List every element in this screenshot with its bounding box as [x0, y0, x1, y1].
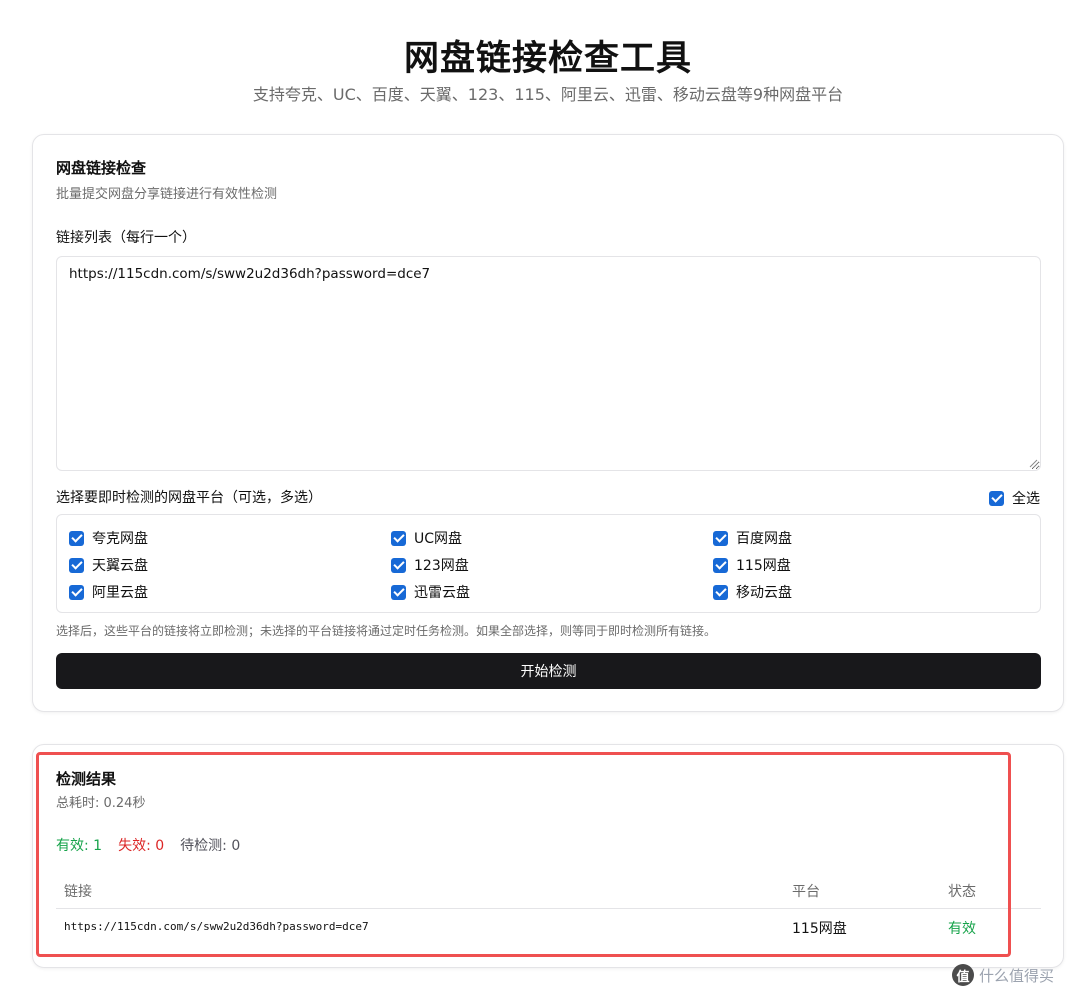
- column-header-platform: 平台: [792, 884, 820, 900]
- watermark-text: 什么值得买: [979, 966, 1055, 985]
- platform-label-baidu: 百度网盘: [736, 531, 792, 547]
- checkbox-checked-icon[interactable]: [69, 584, 84, 600]
- start-check-button[interactable]: 开始检测: [56, 653, 1041, 689]
- platform-label-tianyi: 天翼云盘: [92, 558, 148, 574]
- platform-label-aliyun: 阿里云盘: [92, 585, 148, 601]
- platform-checkbox-yidong[interactable]: 移动云盘: [713, 582, 792, 602]
- platform-checkbox-aliyun[interactable]: 阿里云盘: [69, 582, 148, 602]
- checkbox-checked-icon[interactable]: [989, 490, 1004, 506]
- column-header-link: 链接: [64, 884, 92, 900]
- check-form-title: 网盘链接检查: [56, 159, 147, 177]
- watermark: 值 什么值得买: [952, 964, 1054, 986]
- platform-label-xunlei: 迅雷云盘: [414, 585, 470, 601]
- column-header-status: 状态: [948, 884, 976, 900]
- checkbox-checked-icon[interactable]: [713, 584, 728, 600]
- resize-handle-icon[interactable]: [1029, 459, 1038, 468]
- platform-checkbox-xunlei[interactable]: 迅雷云盘: [391, 582, 470, 602]
- elapsed-time: 总耗时: 0.24秒: [56, 796, 146, 811]
- checkbox-checked-icon[interactable]: [391, 557, 406, 573]
- platform-checkbox-group: 夸克网盘 UC网盘 百度网盘 天翼云盘 123网盘 115网盘 阿里云盘 迅雷云…: [56, 514, 1041, 613]
- checkbox-checked-icon[interactable]: [391, 584, 406, 600]
- row-link: https://115cdn.com/s/sww2u2d36dh?passwor…: [64, 920, 369, 933]
- platform-checkbox-tianyi[interactable]: 天翼云盘: [69, 555, 148, 575]
- valid-count: 有效: 1: [56, 838, 103, 854]
- links-label: 链接列表（每行一个）: [56, 230, 196, 246]
- page-title: 网盘链接检查工具: [403, 39, 692, 79]
- pending-count: 待检测: 0: [180, 838, 241, 854]
- checkbox-checked-icon[interactable]: [69, 557, 84, 573]
- platform-label-quark: 夸克网盘: [92, 531, 148, 547]
- page-subtitle: 支持夸克、UC、百度、天翼、123、115、阿里云、迅雷、移动云盘等9种网盘平台: [252, 85, 844, 104]
- result-stats: 有效: 1 失效: 0 待检测: 0: [56, 835, 240, 855]
- checkbox-checked-icon[interactable]: [713, 557, 728, 573]
- platform-label-115: 115网盘: [736, 558, 791, 574]
- checkbox-checked-icon[interactable]: [391, 530, 406, 546]
- platform-checkbox-uc[interactable]: UC网盘: [391, 528, 462, 548]
- platform-checkbox-115[interactable]: 115网盘: [713, 555, 791, 575]
- checkbox-checked-icon[interactable]: [713, 530, 728, 546]
- results-card: 检测结果 总耗时: 0.24秒 有效: 1 失效: 0 待检测: 0 链接 平台…: [32, 744, 1064, 968]
- watermark-logo-icon: 值: [952, 964, 974, 986]
- platform-checkbox-quark[interactable]: 夸克网盘: [69, 528, 148, 548]
- links-textarea[interactable]: https://115cdn.com/s/sww2u2d36dh?passwor…: [56, 256, 1041, 471]
- platform-checkbox-123[interactable]: 123网盘: [391, 555, 469, 575]
- table-divider: [56, 908, 1041, 909]
- platform-label-123: 123网盘: [414, 558, 469, 574]
- platform-label: 选择要即时检测的网盘平台（可选，多选）: [56, 490, 322, 506]
- check-form-description: 批量提交网盘分享链接进行有效性检测: [56, 187, 278, 202]
- results-title: 检测结果: [56, 770, 117, 788]
- select-all-checkbox[interactable]: 全选: [989, 488, 1040, 508]
- platform-checkbox-baidu[interactable]: 百度网盘: [713, 528, 792, 548]
- platform-label-uc: UC网盘: [414, 531, 463, 547]
- row-status: 有效: [948, 921, 976, 937]
- platform-hint: 选择后，这些平台的链接将立即检测；未选择的平台链接将通过定时任务检测。如果全部选…: [56, 624, 717, 638]
- row-platform: 115网盘: [792, 921, 847, 937]
- check-form-card: 网盘链接检查 批量提交网盘分享链接进行有效性检测 链接列表（每行一个） http…: [32, 134, 1064, 712]
- select-all-label: 全选: [1012, 491, 1040, 507]
- invalid-count: 失效: 0: [118, 838, 165, 854]
- checkbox-checked-icon[interactable]: [69, 530, 84, 546]
- platform-label-yidong: 移动云盘: [736, 585, 792, 601]
